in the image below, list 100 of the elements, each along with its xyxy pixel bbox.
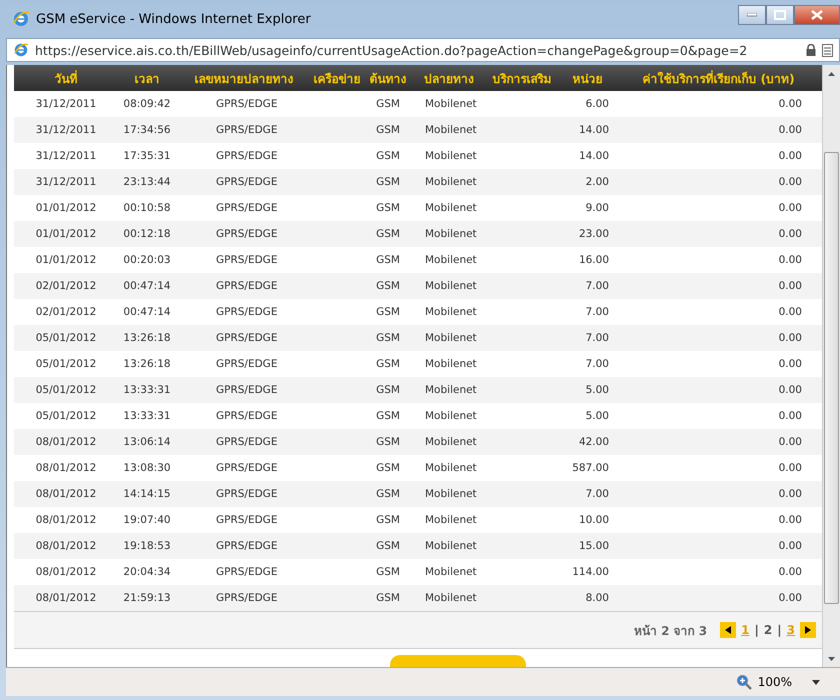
page-link[interactable]: 2 <box>764 623 772 637</box>
caret-icon[interactable] <box>812 680 820 684</box>
e-logo-icon <box>12 10 30 28</box>
table-cell-text: 0.00 <box>778 150 803 162</box>
left-triangle-icon <box>725 626 732 634</box>
table-cell-text: GSM <box>375 592 401 604</box>
table-cell-text: 16.00 <box>578 254 610 266</box>
table-cell-text: 0.00 <box>778 566 803 578</box>
table-cell-text: 08/01/2012 <box>34 566 98 578</box>
zoom-level[interactable]: 100% <box>758 675 792 689</box>
table-cell-text: Mobilenet <box>424 566 478 578</box>
table-cell-text: Mobilenet <box>424 488 478 500</box>
table-cell-text: 0.00 <box>778 540 803 552</box>
table-cell-text: 21:59:13 <box>122 592 172 604</box>
table-cell-text: GSM <box>375 462 401 474</box>
table-cell-text: 0.00 <box>778 514 803 526</box>
table-cell-text: 0.00 <box>778 306 803 318</box>
table-cell-text: GSM <box>375 332 401 344</box>
table-cell-text: 17:35:31 <box>122 150 172 162</box>
table-cell-text: 01/01/2012 <box>34 254 98 266</box>
table-cell-text: 10.00 <box>578 514 610 526</box>
table-cell-text: GPRS/EDGE <box>215 150 278 162</box>
table-cell-text: 0.00 <box>778 228 803 240</box>
column-header: หน่วย <box>572 70 604 88</box>
table-cell-text: 2.00 <box>584 176 610 188</box>
table-cell-text: GPRS/EDGE <box>215 384 278 396</box>
table-cell-text: Mobilenet <box>424 540 478 552</box>
table-cell-text: 7.00 <box>584 306 610 318</box>
table-cell-text: Mobilenet <box>424 514 478 526</box>
table-cell-text: 01/01/2012 <box>34 228 98 240</box>
next-page-button[interactable] <box>800 622 816 638</box>
address-field[interactable]: https://eservice.ais.co.th/EBillWeb/usageinfo/currentUsageAction.do?pageAction=changePage&group=0&page=2 <box>6 38 840 62</box>
table-cell-text: 0.00 <box>778 124 803 136</box>
table-cell-text: 19:07:40 <box>122 514 172 526</box>
zoom-icon[interactable] <box>736 674 752 690</box>
column-header: เลขหมายปลายทาง <box>194 70 294 88</box>
table-cell-text: GSM <box>375 384 401 396</box>
table-cell-text: 0.00 <box>778 332 803 344</box>
scroll-down-icon[interactable] <box>828 656 835 660</box>
page-icon[interactable] <box>822 44 833 56</box>
table-cell-text: GPRS/EDGE <box>215 592 278 604</box>
table-cell-text: 08/01/2012 <box>34 592 98 604</box>
table-cell-text: 17:34:56 <box>122 124 172 136</box>
table-cell-text: 20:04:34 <box>122 566 172 578</box>
table-cell-text: GPRS/EDGE <box>215 488 278 500</box>
table-cell-text: GPRS/EDGE <box>215 176 278 188</box>
table-cell-text: Mobilenet <box>424 384 478 396</box>
table-cell-text: 00:12:18 <box>122 228 172 240</box>
table-cell-text: 587.00 <box>571 462 610 474</box>
table-cell-text: GSM <box>375 566 401 578</box>
window-title: GSM eService - Windows Internet Explorer <box>36 12 312 26</box>
table-cell-text: 01/01/2012 <box>34 202 98 214</box>
table-cell-text: GPRS/EDGE <box>215 436 278 448</box>
table-cell-text: Mobilenet <box>424 202 478 214</box>
table-cell-text: 0.00 <box>778 98 803 110</box>
scrollbar[interactable] <box>822 65 840 667</box>
scroll-up-icon[interactable] <box>828 72 835 76</box>
column-header: ต้นทาง <box>368 70 408 88</box>
table-cell-text: 00:47:14 <box>122 306 172 318</box>
column-header: ค่าใช้บริการที่เรียกเก็บ (บาท) <box>641 69 796 88</box>
table-cell-text: 31/12/2011 <box>34 150 98 162</box>
previous-page-button[interactable] <box>720 622 736 638</box>
table-cell-text: 19:18:53 <box>122 540 172 552</box>
close-button[interactable] <box>794 5 840 25</box>
table-cell-text: 8.00 <box>584 592 610 604</box>
table-cell-text: 00:10:58 <box>122 202 172 214</box>
table-cell-text: 08/01/2012 <box>34 436 98 448</box>
table-cell-text: 23.00 <box>578 228 610 240</box>
maximize-icon <box>774 10 786 20</box>
table-cell-text: Mobilenet <box>424 98 478 110</box>
table-cell-text: 5.00 <box>584 410 610 422</box>
table-cell-text: GSM <box>375 254 401 266</box>
table-cell-text: GSM <box>375 202 401 214</box>
table-cell-text: 23:13:44 <box>122 176 172 188</box>
table-cell-text: 05/01/2012 <box>34 358 98 370</box>
column-header: เครือข่าย <box>312 70 362 88</box>
table-cell-text: 9.00 <box>584 202 610 214</box>
table-cell-text: 13:26:18 <box>122 332 172 344</box>
table-cell-text: 0.00 <box>778 592 803 604</box>
table-cell-text: 02/01/2012 <box>34 280 98 292</box>
table-cell-text: GPRS/EDGE <box>215 358 278 370</box>
table-cell-text: GSM <box>375 280 401 292</box>
table-cell-text: GPRS/EDGE <box>215 540 278 552</box>
table-cell-text: Mobilenet <box>424 358 478 370</box>
table-cell-text: GPRS/EDGE <box>215 124 278 136</box>
table-cell-text: Mobilenet <box>424 332 478 344</box>
table-cell-text: GPRS/EDGE <box>215 332 278 344</box>
table-cell-text: GSM <box>375 436 401 448</box>
table-cell-text: Mobilenet <box>424 124 478 136</box>
table-cell-text: 0.00 <box>778 176 803 188</box>
table-cell-text: 13:08:30 <box>122 462 172 474</box>
table-cell-text: 0.00 <box>778 384 803 396</box>
column-header: ปลายทาง <box>423 70 475 88</box>
table-cell-text: 02/01/2012 <box>34 306 98 318</box>
table-cell-text: 14.00 <box>578 124 610 136</box>
maximize-button[interactable] <box>766 5 794 25</box>
table-cell-text: 08/01/2012 <box>34 514 98 526</box>
table-cell-text: 31/12/2011 <box>34 176 98 188</box>
table-cell-text: Mobilenet <box>424 592 478 604</box>
minimize-button[interactable] <box>738 5 766 25</box>
